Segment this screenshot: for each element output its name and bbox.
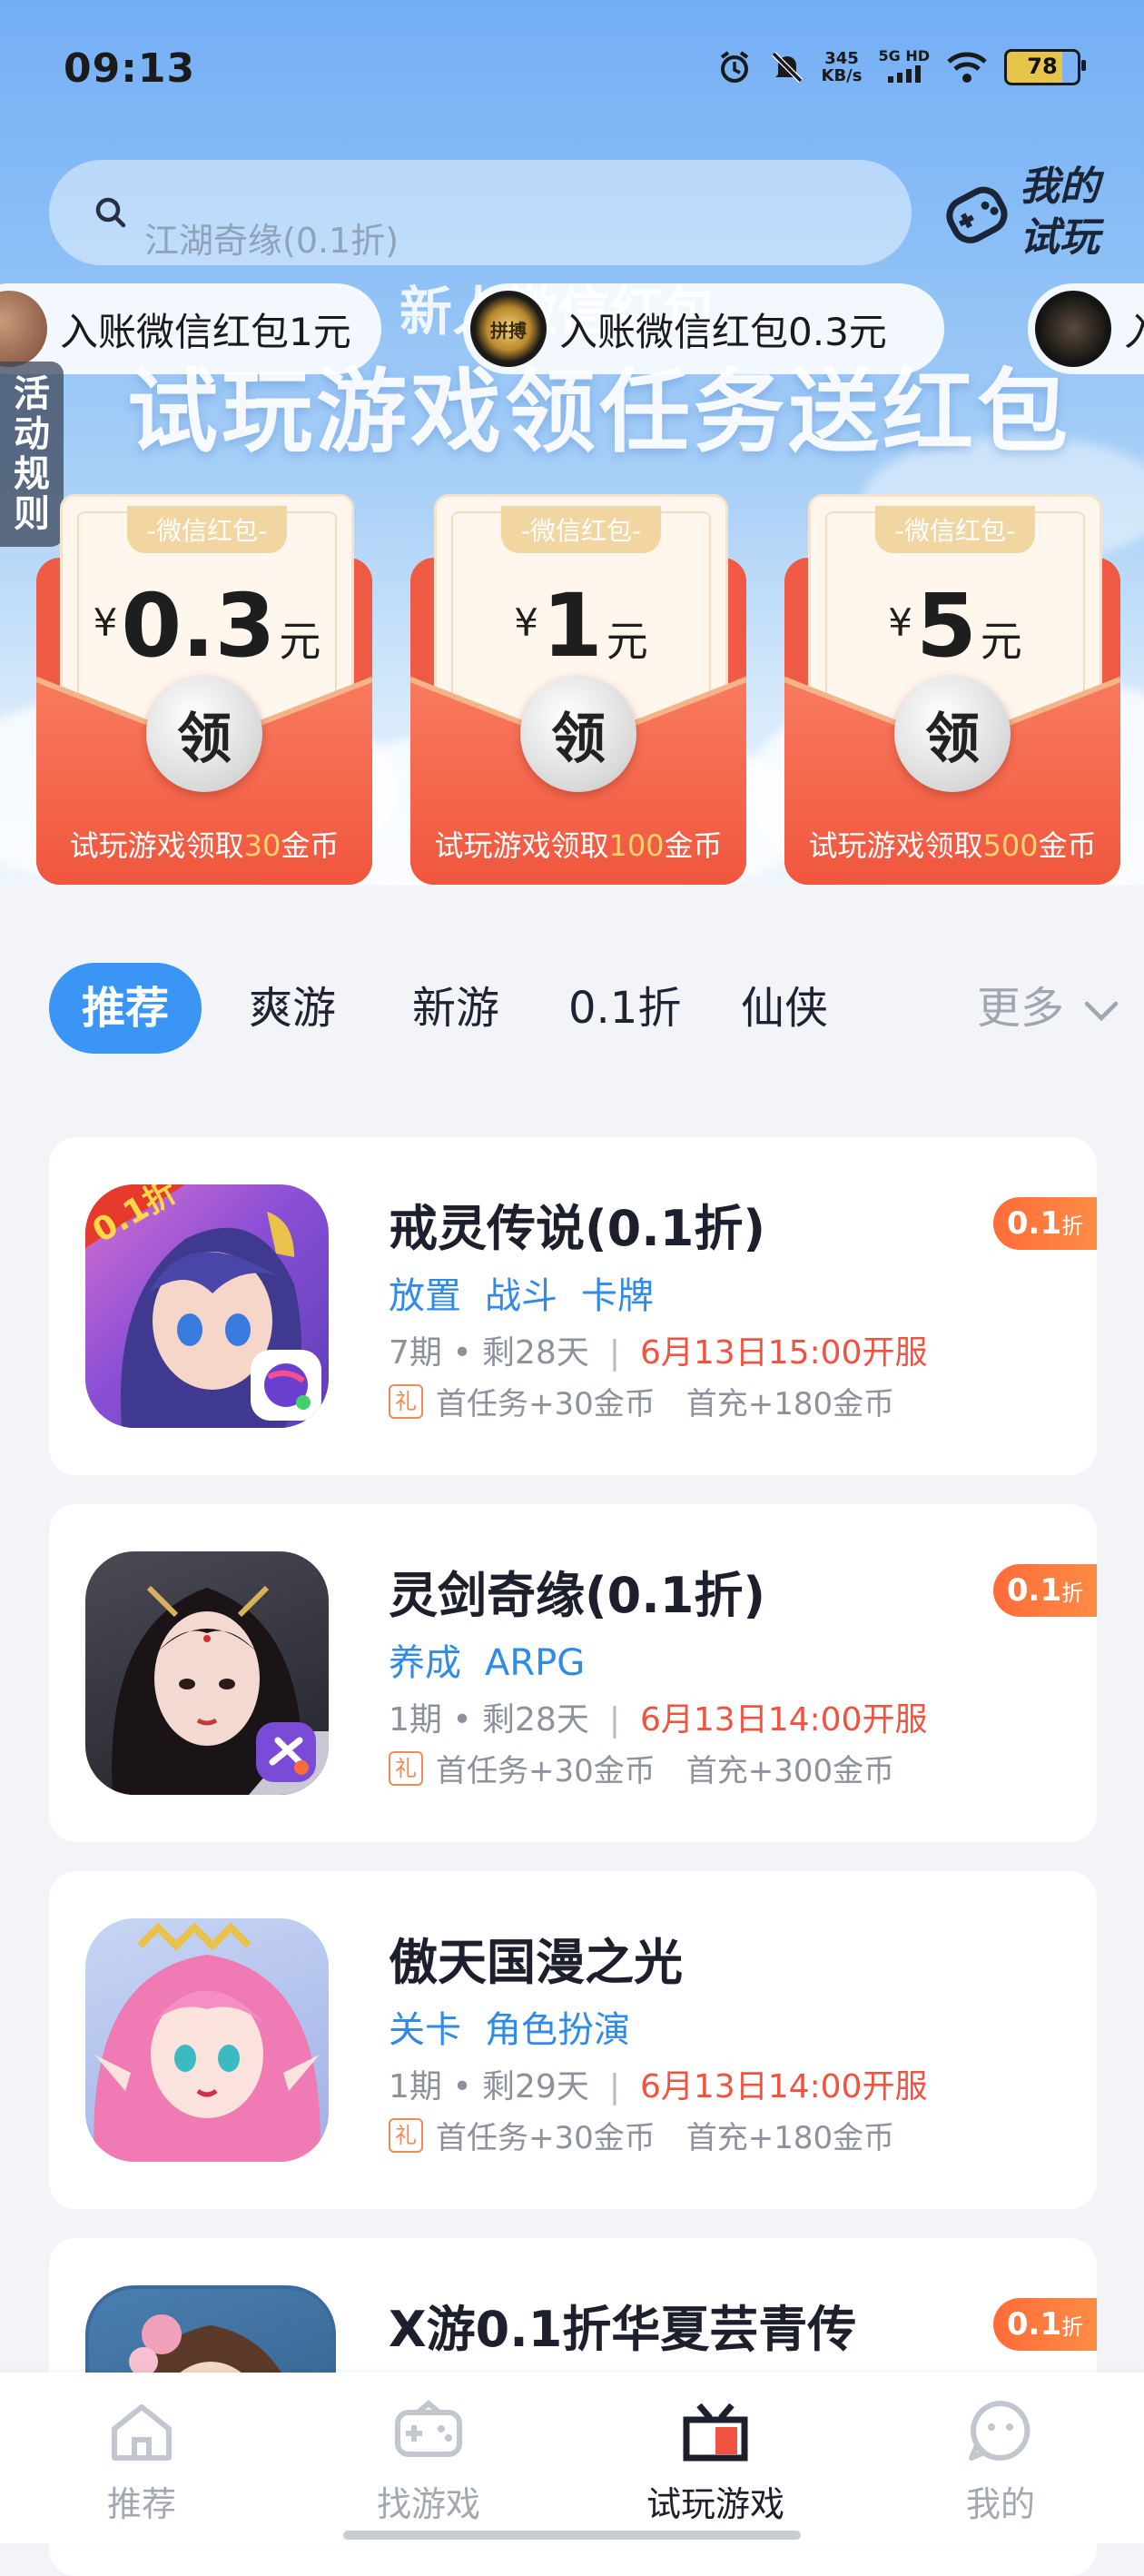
game-icon: 0.1折 [85,1184,329,1428]
tab-discount[interactable]: 0.1折 [568,963,681,1054]
packet-amount: ¥1元 [514,575,648,677]
packet-amount: ¥5元 [888,575,1022,677]
mute-bell-icon [769,49,805,85]
red-packet[interactable]: -微信红包- ¥1元 领 试玩游戏领取100金币 [410,494,746,885]
wifi-icon [946,51,988,84]
packet-footer: 试玩游戏领取500金币 [808,828,1097,863]
ticker-item: 入账微信红包1元 [0,283,381,374]
profile-face-icon [969,2401,1031,2461]
home-indicator[interactable] [343,2531,801,2540]
platform-badge-icon [251,1717,321,1788]
packet-footer: 试玩游戏领取30金币 [69,828,340,863]
alarm-icon [716,49,753,85]
hero-banner: 09:13 345 KB/s 5G HD 78 江湖奇缘(0.1折) 我的 试玩… [0,0,1144,886]
gamepad-icon [942,174,1010,256]
my-trial-label-1: 我的 [1020,163,1100,210]
gift-box-icon [683,2403,748,2462]
user-avatar: 拼搏 [470,291,547,367]
my-trial-label-2: 试玩 [1020,214,1100,261]
game-card[interactable]: 灵剑奇缘(0.1折) 养成 ARPG 1期 • 剩28天 | 6月13日14:00开服… [49,1504,1097,1842]
network-indicator: 5G HD [878,47,930,86]
game-tags: 关卡 角色扮演 [389,2009,630,2051]
chevron-down-icon [1085,1001,1119,1022]
discount-badge: 0.1折 [993,2298,1097,2351]
bottom-navigation: 推荐 找游戏 试玩游戏 我的 [0,2373,1144,2543]
status-time: 09:13 [64,45,196,92]
game-perks: 礼首任务+30金币 首充+180金币 [389,2113,894,2157]
claim-button[interactable]: 领 [520,676,636,792]
game-perks: 礼首任务+30金币 首充+300金币 [389,1746,894,1790]
packet-tag: -微信红包- [874,506,1036,553]
game-card[interactable]: 0.1折 戒灵传说(0.1折) 放置 战斗 卡牌 7期 • 剩28天 | 6月13日15… [49,1137,1097,1475]
gift-icon: 礼 [389,1383,423,1419]
discount-badge: 0.1折 [993,1197,1097,1250]
category-tabs: 推荐 爽游 新游 0.1折 仙侠 更多 [0,963,1144,1054]
game-title: X游0.1折华夏芸青传 [389,2301,857,2358]
nav-recommend[interactable]: 推荐 [51,2400,232,2526]
net-speed: 345 KB/s [821,48,863,85]
gamepad-icon [395,2400,462,2457]
nav-find-games[interactable]: 找游戏 [338,2400,519,2526]
svg-text:0.1折: 0.1折 [86,1184,183,1250]
game-title: 戒灵传说(0.1折) [389,1200,766,1257]
game-title: 灵剑奇缘(0.1折) [389,1567,766,1624]
game-meta: 1期 • 剩29天 | 6月13日14:00开服 [389,2068,928,2105]
reward-ticker: 入账微信红包1元 拼搏 入账微信红包0.3元 入 [0,283,1144,374]
battery-indicator: 78 [1004,48,1086,85]
game-meta: 7期 • 剩28天 | 6月13日15:00开服 [389,1334,928,1372]
packet-footer: 试玩游戏领取100金币 [434,828,723,863]
gift-icon: 礼 [389,2117,423,2153]
game-card[interactable]: 傲天国漫之光 关卡 角色扮演 1期 • 剩29天 | 6月13日14:00开服 礼首任… [49,1871,1097,2209]
nav-mine[interactable]: 我的 [910,2400,1091,2526]
status-bar: 09:13 345 KB/s 5G HD 78 [0,0,1144,136]
tab-recommend[interactable]: 推荐 [49,963,202,1054]
tab-new-games[interactable]: 新游 [412,963,499,1054]
claim-button[interactable]: 领 [146,676,262,792]
game-icon [85,1918,329,2162]
tab-xianxia[interactable]: 仙侠 [741,963,828,1054]
game-title: 傲天国漫之光 [389,1934,683,1991]
game-tags: 放置 战斗 卡牌 [389,1275,654,1317]
game-perks: 礼首任务+30金币 首充+180金币 [389,1379,894,1423]
claim-button[interactable]: 领 [894,676,1011,792]
more-categories-button[interactable]: 更多 [977,963,1119,1054]
search-icon [93,194,129,234]
packet-amount: ¥0.3元 [93,575,321,677]
red-packet[interactable]: -微信红包- ¥5元 领 试玩游戏领取500金币 [784,494,1120,885]
game-icon [85,1551,329,1795]
gift-icon: 礼 [389,1750,423,1786]
game-tags: 养成 ARPG [389,1642,586,1684]
nav-trial-games[interactable]: 试玩游戏 [625,2400,806,2526]
search-bar[interactable]: 江湖奇缘(0.1折) [49,160,912,265]
packet-tag: -微信红包- [500,506,662,553]
home-icon [112,2404,172,2461]
tab-shuangyou[interactable]: 爽游 [249,963,336,1054]
ticker-item: 入 [1028,283,1144,374]
ticker-item: 拼搏 入账微信红包0.3元 [463,283,944,374]
user-avatar [0,291,47,367]
discount-badge: 0.1折 [993,1564,1097,1617]
my-trial-button[interactable]: 我的 试玩 [942,162,1115,266]
game-meta: 1期 • 剩28天 | 6月13日14:00开服 [389,1701,928,1739]
user-avatar [1035,291,1111,367]
red-packet[interactable]: -微信红包- ¥0.3元 领 试玩游戏领取30金币 [36,494,372,885]
packet-tag: -微信红包- [126,506,288,553]
platform-badge-icon [251,1350,321,1421]
search-placeholder: 江湖奇缘(0.1折) [144,221,399,261]
